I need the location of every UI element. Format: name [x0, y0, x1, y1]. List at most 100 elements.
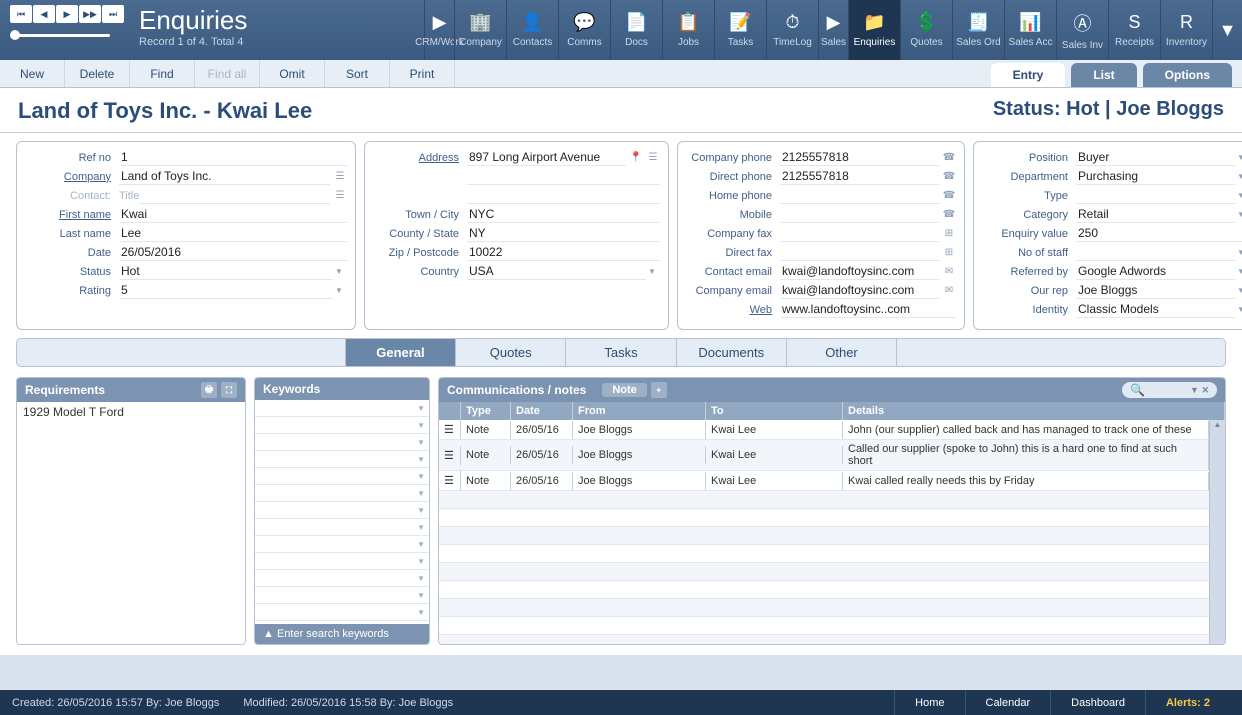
label-company[interactable]: Company	[25, 171, 119, 183]
keyword-row[interactable]: ▼	[255, 451, 429, 468]
chevron-down-icon[interactable]: ▼	[1237, 210, 1242, 219]
chevron-down-icon[interactable]: ▼	[1237, 153, 1242, 162]
module-salesinv[interactable]: ⒶSales Inv	[1056, 0, 1108, 60]
label-web[interactable]: Web	[686, 304, 780, 316]
no-staff-field[interactable]	[1076, 244, 1235, 261]
comm-search[interactable]: 🔍▼ ✕	[1122, 382, 1217, 398]
row-open-icon[interactable]: ☰	[439, 446, 461, 465]
tab-options[interactable]: Options	[1143, 63, 1232, 87]
tab-tasks[interactable]: Tasks	[565, 339, 675, 366]
home-phone-field[interactable]	[780, 187, 939, 204]
requirements-text[interactable]: 1929 Model T Ford	[17, 402, 245, 422]
omit-button[interactable]: Omit	[260, 60, 325, 87]
tab-other[interactable]: Other	[786, 339, 896, 366]
contact-list-icon[interactable]: ☰	[333, 189, 347, 203]
mobile-field[interactable]	[780, 206, 939, 223]
contact-email-field[interactable]	[780, 263, 939, 280]
module-contacts[interactable]: 👤Contacts	[506, 0, 558, 60]
last-name-field[interactable]	[119, 225, 347, 242]
nav-prev-button[interactable]: ◀	[33, 5, 55, 23]
tab-entry[interactable]: Entry	[991, 63, 1066, 87]
note-button[interactable]: Note	[602, 383, 646, 397]
chevron-down-icon[interactable]: ▼	[335, 267, 347, 276]
chevron-down-icon[interactable]: ▼	[1237, 286, 1242, 295]
email-icon[interactable]: ✉	[942, 284, 956, 298]
keyword-row[interactable]: ▼	[255, 536, 429, 553]
col-from[interactable]: From	[573, 402, 706, 420]
module-enquiries[interactable]: 📁Enquiries	[848, 0, 900, 60]
tab-list[interactable]: List	[1071, 63, 1136, 87]
module-inventory[interactable]: RInventory	[1160, 0, 1212, 60]
address3-field[interactable]	[467, 187, 660, 204]
phone-icon[interactable]: ☎	[942, 208, 956, 222]
new-button[interactable]: New	[0, 60, 65, 87]
col-details[interactable]: Details	[843, 402, 1225, 420]
alerts-button[interactable]: Alerts: 2	[1145, 690, 1230, 715]
company-field[interactable]	[119, 168, 330, 185]
direct-phone-field[interactable]	[780, 168, 939, 185]
col-to[interactable]: To	[706, 402, 843, 420]
module-salesacc[interactable]: 📊Sales Acc	[1004, 0, 1056, 60]
town-field[interactable]	[467, 206, 660, 223]
chevron-down-icon[interactable]: ▼	[1237, 305, 1242, 314]
keyword-row[interactable]: ▼	[255, 417, 429, 434]
our-rep-field[interactable]	[1076, 282, 1235, 299]
comm-row[interactable]: ☰Note26/05/16Joe BloggsKwai LeeKwai call…	[439, 471, 1209, 491]
email-icon[interactable]: ✉	[942, 265, 956, 279]
tab-blank[interactable]	[17, 339, 345, 366]
county-field[interactable]	[467, 225, 660, 242]
overflow-menu[interactable]: ▼	[1212, 0, 1242, 60]
date-field[interactable]	[119, 244, 347, 261]
scrollbar[interactable]: ▲	[1209, 420, 1225, 645]
referred-field[interactable]	[1076, 263, 1235, 280]
keyword-row[interactable]: ▼	[255, 400, 429, 417]
chevron-down-icon[interactable]: ▼	[1237, 267, 1242, 276]
dashboard-button[interactable]: Dashboard	[1050, 690, 1145, 715]
module-crmwork[interactable]: ▶CRM/Work	[424, 0, 454, 60]
nav-forward-button[interactable]: ▶▶	[79, 5, 101, 23]
comm-row[interactable]: ☰Note26/05/16Joe BloggsKwai LeeJohn (our…	[439, 420, 1209, 440]
module-comms[interactable]: 💬Comms	[558, 0, 610, 60]
company-list-icon[interactable]: ☰	[333, 170, 347, 184]
keyword-row[interactable]: ▼	[255, 604, 429, 621]
direct-fax-field[interactable]	[780, 244, 939, 261]
rating-field[interactable]	[119, 282, 333, 299]
keywords-foot-button[interactable]: ▲ Enter search keywords	[255, 624, 429, 644]
chevron-down-icon[interactable]: ▼	[1237, 191, 1242, 200]
nav-next-button[interactable]: ▶	[56, 5, 78, 23]
module-tasks[interactable]: 📝Tasks	[714, 0, 766, 60]
address2-field[interactable]	[467, 168, 660, 185]
map-pin-icon[interactable]: 📍	[629, 151, 643, 165]
tab-documents[interactable]: Documents	[676, 339, 786, 366]
nav-first-button[interactable]: ⏮	[10, 5, 32, 23]
label-address[interactable]: Address	[373, 152, 467, 164]
department-field[interactable]	[1076, 168, 1235, 185]
country-field[interactable]	[467, 263, 646, 280]
sort-button[interactable]: Sort	[325, 60, 390, 87]
address-field[interactable]	[467, 149, 626, 166]
company-phone-field[interactable]	[780, 149, 939, 166]
nav-last-button[interactable]: ⏭	[102, 5, 124, 23]
home-button[interactable]: Home	[894, 690, 964, 715]
print-button[interactable]: Print	[390, 60, 455, 87]
zip-field[interactable]	[467, 244, 660, 261]
row-open-icon[interactable]: ☰	[439, 471, 461, 490]
type-field[interactable]	[1076, 187, 1235, 204]
keyword-row[interactable]: ▼	[255, 434, 429, 451]
module-receipts[interactable]: SReceipts	[1108, 0, 1160, 60]
calendar-button[interactable]: Calendar	[965, 690, 1051, 715]
position-field[interactable]	[1076, 149, 1235, 166]
web-field[interactable]	[780, 301, 956, 318]
module-jobs[interactable]: 📋Jobs	[662, 0, 714, 60]
chevron-down-icon[interactable]: ▼	[1237, 248, 1242, 257]
req-expand-icon[interactable]: ⛶	[221, 382, 237, 398]
company-fax-field[interactable]	[780, 225, 939, 242]
row-open-icon[interactable]: ☰	[439, 420, 461, 439]
module-quotes[interactable]: 💲Quotes	[900, 0, 952, 60]
find-all-button[interactable]: Find all	[195, 60, 260, 87]
module-sales[interactable]: ▶Sales	[818, 0, 848, 60]
phone-icon[interactable]: ☎	[942, 170, 956, 184]
company-email-field[interactable]	[780, 282, 939, 299]
status-field[interactable]	[119, 263, 333, 280]
first-name-field[interactable]	[119, 206, 347, 223]
